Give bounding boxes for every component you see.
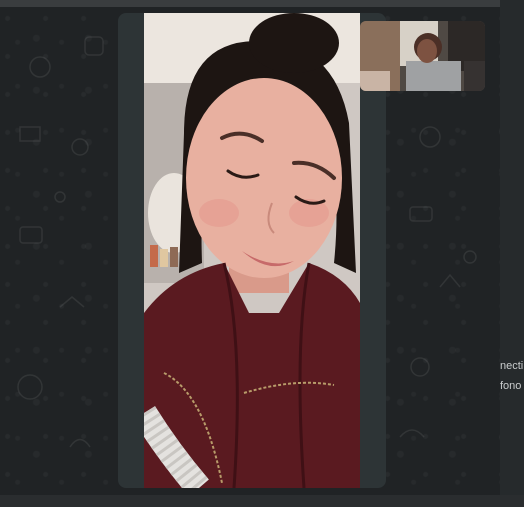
remote-video: [144, 13, 360, 488]
chat-side-strip: [500, 0, 524, 507]
side-text-line-1: necti: [500, 360, 524, 372]
top-bar: [0, 0, 500, 7]
side-text-line-2: fono: [500, 380, 522, 392]
self-video-preview[interactable]: [360, 21, 485, 91]
video-call-panel[interactable]: [118, 13, 386, 488]
self-participant-image: [360, 21, 485, 91]
remote-participant-image: [144, 13, 360, 488]
bottom-bar: [0, 495, 524, 507]
